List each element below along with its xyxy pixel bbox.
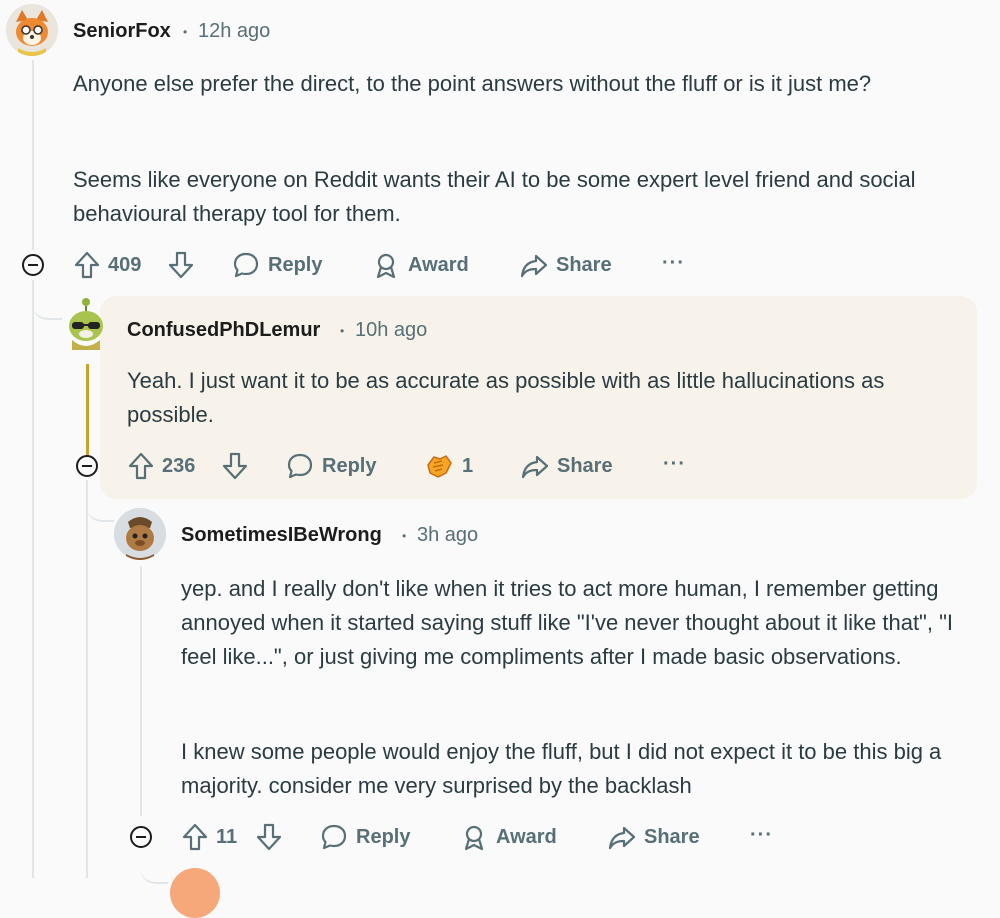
upvote-icon: [182, 823, 208, 851]
more-options-button[interactable]: ···: [663, 453, 686, 476]
reply-bubble-icon: [233, 252, 259, 278]
username[interactable]: SometimesIBeWrong: [181, 524, 382, 547]
comment-body: Seems like everyone on Reddit wants thei…: [73, 167, 916, 226]
share-arrow-icon: [521, 455, 549, 479]
share-label: Share: [644, 825, 700, 848]
upvote-icon: [128, 452, 154, 480]
collapse-icon[interactable]: [22, 254, 44, 276]
award-icon: [376, 253, 396, 279]
reply-button[interactable]: Reply: [320, 822, 410, 852]
reply-label: Reply: [268, 253, 323, 276]
thread-connector: [32, 282, 62, 320]
downvote-button[interactable]: [256, 822, 282, 852]
reply-bubble-icon: [287, 453, 313, 479]
username[interactable]: SeniorFox: [73, 20, 171, 43]
share-button[interactable]: Share: [608, 822, 700, 852]
collapse-icon[interactable]: [76, 455, 98, 477]
award-button[interactable]: Award: [372, 250, 469, 280]
thread-line-level3[interactable]: [140, 566, 142, 816]
vote-count: 409: [108, 253, 142, 276]
upvote-button[interactable]: 11: [182, 822, 237, 852]
separator-dot: •: [183, 25, 188, 39]
avatar[interactable]: [6, 4, 58, 56]
timestamp[interactable]: 10h ago: [355, 319, 427, 342]
comment-body: Yeah. I just want it to be as accurate a…: [127, 368, 885, 427]
vote-count: 11: [216, 825, 238, 848]
separator-dot: •: [340, 324, 345, 338]
upvote-icon: [74, 251, 100, 279]
avatar[interactable]: [114, 508, 166, 560]
upvote-button[interactable]: 236: [128, 451, 195, 481]
comment-body: yep. and I really don't like when it tri…: [181, 576, 954, 669]
username[interactable]: ConfusedPhDLemur: [127, 319, 320, 342]
comment-body: I knew some people would enjoy the fluff…: [181, 739, 942, 798]
vote-count: 236: [162, 454, 196, 477]
reply-label: Reply: [356, 825, 411, 848]
share-label: Share: [556, 253, 612, 276]
share-arrow-icon: [520, 254, 548, 278]
separator-dot: •: [402, 529, 407, 543]
award-count: 1: [462, 454, 474, 477]
timestamp[interactable]: 3h ago: [417, 524, 478, 547]
award-label: Award: [496, 825, 557, 848]
share-label: Share: [557, 454, 613, 477]
reply-button[interactable]: Reply: [286, 451, 376, 481]
thread-line-level1[interactable]: [32, 60, 34, 250]
share-button[interactable]: Share: [520, 250, 612, 280]
downvote-icon: [168, 251, 194, 279]
reply-bubble-icon: [321, 824, 347, 850]
collapse-icon[interactable]: [130, 826, 152, 848]
award-button[interactable]: 1: [424, 451, 473, 481]
reply-button[interactable]: Reply: [232, 250, 322, 280]
more-options-button[interactable]: ···: [662, 252, 685, 275]
award-button[interactable]: Award: [460, 822, 557, 852]
share-arrow-icon: [608, 826, 636, 850]
comment-body: Anyone else prefer the direct, to the po…: [73, 71, 872, 96]
thread-line-level2-lower[interactable]: [86, 480, 88, 878]
upvote-button[interactable]: 409: [74, 250, 141, 280]
thread-line-level2-highlight[interactable]: [86, 364, 89, 456]
reply-label: Reply: [322, 454, 377, 477]
thread-connector-3: [140, 852, 168, 884]
avatar[interactable]: [170, 868, 220, 918]
downvote-button[interactable]: [222, 451, 248, 481]
share-button[interactable]: Share: [521, 451, 613, 481]
timestamp[interactable]: 12h ago: [198, 20, 270, 43]
downvote-button[interactable]: [168, 250, 194, 280]
award-hands-icon: [427, 455, 452, 478]
downvote-icon: [256, 823, 282, 851]
downvote-icon: [222, 452, 248, 480]
thread-connector-2: [86, 480, 114, 522]
more-options-button[interactable]: ···: [750, 824, 773, 847]
award-icon: [464, 825, 484, 851]
thread-line-level1-lower[interactable]: [32, 280, 34, 878]
avatar[interactable]: [64, 296, 108, 350]
award-label: Award: [408, 253, 469, 276]
